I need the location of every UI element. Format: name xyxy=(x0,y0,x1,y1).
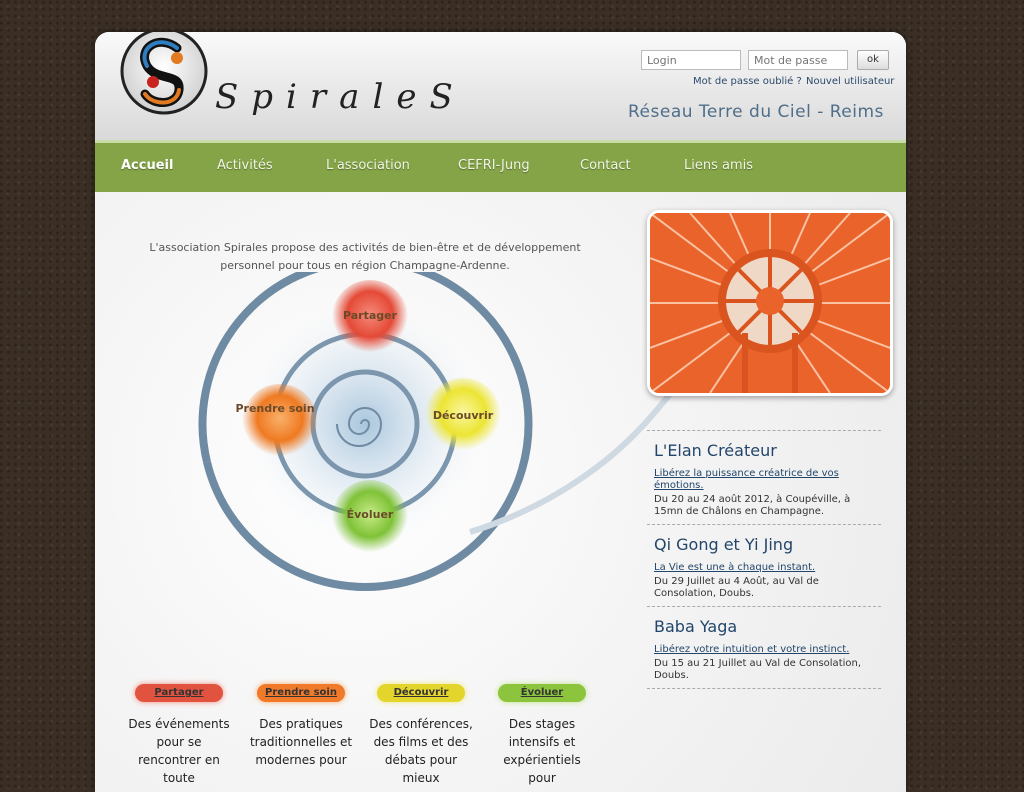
event-subtitle-link[interactable]: Libérez la puissance créatrice de vos ém… xyxy=(654,468,881,492)
event-item: Baba Yaga Libérez votre intuition et vot… xyxy=(647,606,881,688)
event-subtitle-link[interactable]: La Vie est une à chaque instant. xyxy=(654,562,881,574)
event-date: Du 29 Juillet au 4 Août, au Val de Conso… xyxy=(654,576,819,599)
nav-item-liens-amis[interactable]: Liens amis xyxy=(684,158,753,173)
page-container: SpiraleS ok Mot de passe oublié ? Nouvel… xyxy=(95,32,906,792)
login-submit-button[interactable]: ok xyxy=(857,50,889,70)
spirales-logo-icon xyxy=(120,32,208,115)
event-item: Qi Gong et Yi Jing La Vie est une à chaq… xyxy=(647,524,881,606)
nav-item-cefri-jung[interactable]: CEFRI-Jung xyxy=(458,158,530,173)
site-header: SpiraleS ok Mot de passe oublié ? Nouvel… xyxy=(95,32,906,140)
password-input[interactable] xyxy=(748,50,848,70)
pill-partager[interactable]: Partager xyxy=(135,684,223,702)
event-title[interactable]: L'Elan Créateur xyxy=(654,441,881,460)
event-date: Du 15 au 21 Juillet au Val de Consolatio… xyxy=(654,658,862,681)
pill-description: Des stages intensifs et expérientiels po… xyxy=(503,717,581,785)
pill-description: Des pratiques traditionnelles et moderne… xyxy=(249,717,353,767)
event-title[interactable]: Qi Gong et Yi Jing xyxy=(654,535,881,554)
event-subtitle-link[interactable]: Libérez votre intuition et votre instinc… xyxy=(654,644,881,656)
pill-decouvrir[interactable]: Découvrir xyxy=(377,684,465,702)
event-title[interactable]: Baba Yaga xyxy=(654,617,881,636)
yurt-image-icon xyxy=(650,213,890,393)
diagram-label-partager: Partager xyxy=(342,309,398,322)
diagram-label-decouvrir: Découvrir xyxy=(432,409,494,422)
pill-evoluer[interactable]: Évoluer xyxy=(498,684,586,702)
new-user-link[interactable]: Nouvel utilisateur xyxy=(806,76,894,87)
yurt-photo xyxy=(647,210,893,396)
nav-item-accueil[interactable]: Accueil xyxy=(121,158,173,173)
main-nav: Accueil Activités L'association CEFRI-Ju… xyxy=(95,140,906,195)
main-content: L'association Spirales propose des activ… xyxy=(95,192,906,792)
pill-description: Des conférences, des films et des débats… xyxy=(369,717,473,785)
network-title: Réseau Terre du Ciel - Reims xyxy=(628,102,884,122)
pill-prendre-soin[interactable]: Prendre soin xyxy=(257,684,345,702)
forgot-password-link[interactable]: Mot de passe oublié ? xyxy=(693,76,802,87)
diagram-label-evoluer: Évoluer xyxy=(346,508,394,521)
diagram-label-prendre-soin: Prendre soin xyxy=(235,402,315,415)
pill-description: Des événements pour se rencontrer en tou… xyxy=(128,717,230,785)
prendre-soin-bubble-icon xyxy=(242,384,318,460)
event-divider xyxy=(647,688,881,689)
login-input[interactable] xyxy=(641,50,741,70)
event-date: Du 20 au 24 août 2012, à Coupéville, à 1… xyxy=(654,494,851,517)
nav-item-association[interactable]: L'association xyxy=(326,158,410,173)
intro-text: L'association Spirales propose des activ… xyxy=(149,241,581,272)
brand-name: SpiraleS xyxy=(215,77,466,117)
nav-item-activites[interactable]: Activités xyxy=(217,158,273,173)
nav-item-contact[interactable]: Contact xyxy=(580,158,631,173)
event-item: L'Elan Créateur Libérez la puissance cré… xyxy=(647,430,881,524)
